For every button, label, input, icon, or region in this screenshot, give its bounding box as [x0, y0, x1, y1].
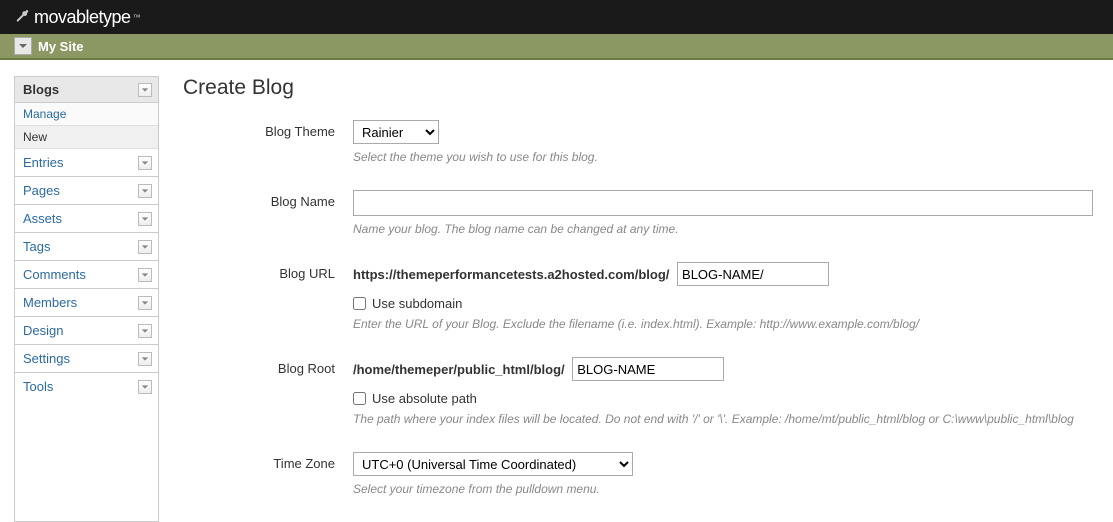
use-subdomain-checkbox[interactable]: [353, 297, 366, 310]
use-absolute-checkbox[interactable]: [353, 392, 366, 405]
chevron-down-icon[interactable]: [138, 184, 152, 198]
sidebar-item-label: Tags: [23, 239, 50, 254]
label-time-zone: Time Zone: [183, 452, 353, 496]
hint-blog-root: The path where your index files will be …: [353, 412, 1113, 426]
page-title: Create Blog: [183, 76, 1113, 100]
label-blog-name: Blog Name: [183, 190, 353, 236]
chevron-down-icon[interactable]: [138, 380, 152, 394]
label-blog-url: Blog URL: [183, 262, 353, 331]
site-bar: My Site: [0, 34, 1113, 60]
sidebar-item-entries[interactable]: Entries: [15, 149, 158, 177]
use-subdomain-label: Use subdomain: [372, 296, 462, 311]
sidebar-sub-new[interactable]: New: [15, 126, 158, 149]
chevron-down-icon[interactable]: [138, 240, 152, 254]
sidebar-item-assets[interactable]: Assets: [15, 205, 158, 233]
sidebar-item-label: Pages: [23, 183, 60, 198]
chevron-down-icon[interactable]: [138, 296, 152, 310]
sidebar-item-label: Assets: [23, 211, 62, 226]
blog-root-prefix: /home/themeper/public_html/blog/: [353, 362, 565, 377]
chevron-down-icon[interactable]: [138, 352, 152, 366]
sidebar-item-label: Comments: [23, 267, 86, 282]
sidebar-item-label: Entries: [23, 155, 63, 170]
sidebar-item-tools[interactable]: Tools: [15, 373, 158, 400]
hint-time-zone: Select your timezone from the pulldown m…: [353, 482, 1113, 496]
sidebar-item-comments[interactable]: Comments: [15, 261, 158, 289]
main-content: Create Blog Blog Theme Rainier Select th…: [159, 76, 1113, 522]
sidebar-item-settings[interactable]: Settings: [15, 345, 158, 373]
site-dropdown-toggle[interactable]: [14, 37, 32, 55]
blog-url-input[interactable]: [677, 262, 829, 286]
site-name: My Site: [38, 39, 84, 54]
label-blog-theme: Blog Theme: [183, 120, 353, 164]
sidebar-head-label: Blogs: [23, 82, 59, 97]
hint-blog-theme: Select the theme you wish to use for thi…: [353, 150, 1113, 164]
chevron-down-icon[interactable]: [138, 324, 152, 338]
sidebar-item-members[interactable]: Members: [15, 289, 158, 317]
top-bar: movabletype ™: [0, 0, 1113, 34]
sidebar: Blogs Manage New Entries Pages Assets Ta…: [14, 76, 159, 522]
chevron-down-icon[interactable]: [138, 268, 152, 282]
hint-blog-name: Name your blog. The blog name can be cha…: [353, 222, 1113, 236]
label-blog-root: Blog Root: [183, 357, 353, 426]
sidebar-item-label: Members: [23, 295, 77, 310]
wrench-icon: [14, 8, 30, 27]
chevron-down-icon[interactable]: [138, 212, 152, 226]
sidebar-item-design[interactable]: Design: [15, 317, 158, 345]
hint-blog-url: Enter the URL of your Blog. Exclude the …: [353, 317, 1113, 331]
use-absolute-label: Use absolute path: [372, 391, 477, 406]
sidebar-head-blogs[interactable]: Blogs: [15, 77, 158, 103]
sidebar-sub-manage[interactable]: Manage: [15, 103, 158, 126]
chevron-down-icon[interactable]: [138, 156, 152, 170]
sidebar-item-label: Design: [23, 323, 63, 338]
chevron-down-icon[interactable]: [138, 83, 152, 97]
time-zone-select[interactable]: UTC+0 (Universal Time Coordinated): [353, 452, 633, 476]
blog-root-input[interactable]: [572, 357, 724, 381]
sidebar-item-label: Tools: [23, 379, 53, 394]
brand-name: movabletype: [34, 7, 131, 28]
sidebar-item-tags[interactable]: Tags: [15, 233, 158, 261]
blog-url-prefix: https://themeperformancetests.a2hosted.c…: [353, 267, 669, 282]
blog-name-input[interactable]: [353, 190, 1093, 216]
sidebar-item-pages[interactable]: Pages: [15, 177, 158, 205]
brand-tm: ™: [133, 13, 141, 22]
sidebar-item-label: Settings: [23, 351, 70, 366]
blog-theme-select[interactable]: Rainier: [353, 120, 439, 144]
